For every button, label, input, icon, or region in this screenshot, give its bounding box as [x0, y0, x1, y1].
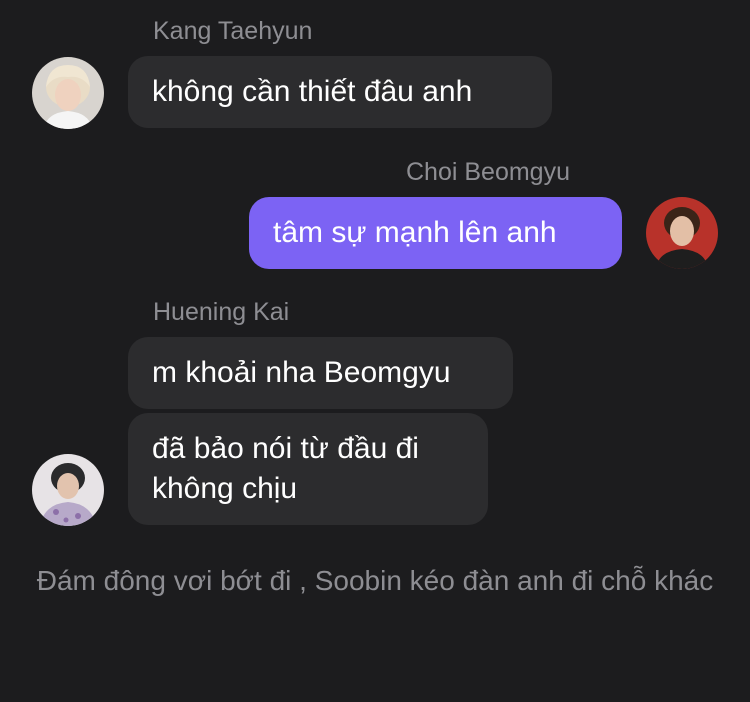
avatar-choi-beomgyu-icon[interactable]	[646, 197, 718, 269]
sender-name-kang-taehyun: Kang Taehyun	[153, 17, 313, 45]
message-bubble[interactable]: không cần thiết đâu anh	[128, 56, 552, 128]
sender-name-choi-beomgyu: Choi Beomgyu	[406, 158, 570, 186]
avatar-huening-kai-icon[interactable]	[32, 454, 104, 526]
narration-text: Đám đông vơi bớt đi , Soobin kéo đàn anh…	[36, 565, 714, 596]
avatar-kang-taehyun-icon[interactable]	[32, 57, 104, 129]
message-bubble-outgoing[interactable]: tâm sự mạnh lên anh	[249, 197, 622, 269]
message-bubble[interactable]: m khoải nha Beomgyu	[128, 337, 513, 409]
message-bubble[interactable]: đã bảo nói từ đầu đi không chịu	[128, 413, 488, 525]
sender-name-huening-kai: Huening Kai	[153, 298, 290, 326]
